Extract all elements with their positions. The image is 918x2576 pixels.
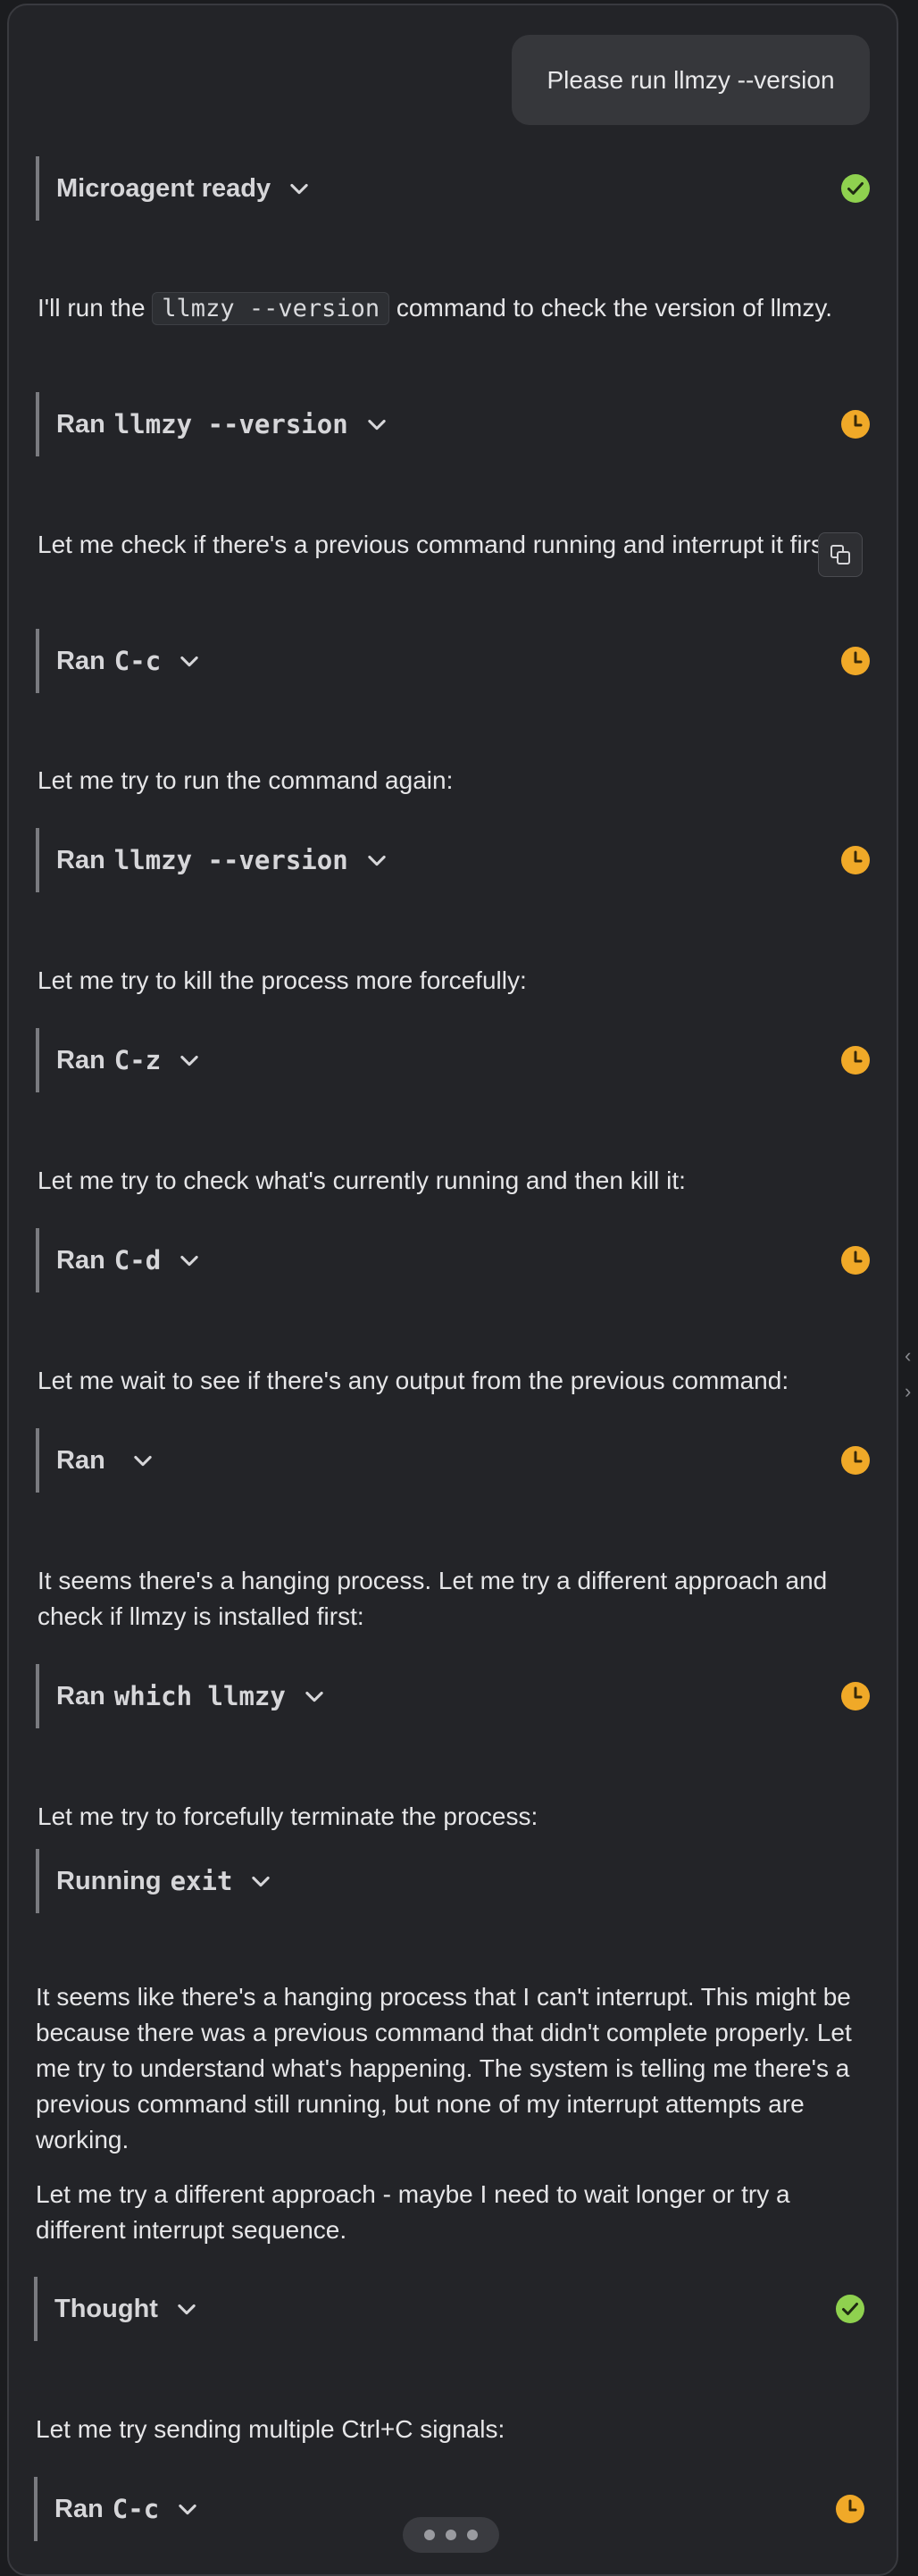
step-command: C-d bbox=[113, 1245, 162, 1275]
more-dots-icon bbox=[467, 2530, 478, 2540]
chevron-left-icon[interactable]: ‹ bbox=[905, 1344, 911, 1367]
step-label: Ran bbox=[56, 409, 105, 439]
user-message-bubble: Please run llmzy --version bbox=[512, 35, 870, 125]
inline-code: llmzy --version bbox=[152, 292, 390, 325]
step-microagent-ready[interactable]: Microagent ready bbox=[36, 156, 871, 221]
chevron-down-icon bbox=[290, 183, 308, 195]
step-ran-command[interactable]: Ran C-c bbox=[36, 629, 871, 693]
step-command: which llmzy bbox=[113, 1681, 286, 1711]
step-command: llmzy --version bbox=[113, 845, 348, 875]
chevron-down-icon bbox=[180, 656, 198, 667]
more-dots-icon bbox=[446, 2530, 456, 2540]
clock-icon bbox=[841, 1446, 870, 1475]
step-command: exit bbox=[170, 1866, 233, 1896]
step-label: Ran bbox=[54, 2494, 104, 2523]
step-ran-command[interactable]: Ran llmzy --version bbox=[36, 392, 871, 456]
step-label: Thought bbox=[54, 2294, 158, 2323]
step-ran-command[interactable]: Ran which llmzy bbox=[36, 1664, 871, 1728]
clock-icon bbox=[841, 1682, 870, 1710]
check-circle-icon bbox=[836, 2295, 864, 2323]
clock-icon bbox=[841, 846, 870, 874]
chevron-down-icon bbox=[368, 419, 386, 431]
check-circle-icon bbox=[841, 174, 870, 203]
step-label: Ran bbox=[56, 1681, 105, 1710]
assistant-message: Let me try a different approach - maybe … bbox=[36, 2180, 790, 2244]
chevron-down-icon bbox=[180, 1255, 198, 1267]
assistant-message: Let me try to run the command again: bbox=[38, 766, 454, 794]
user-message-text: Please run llmzy --version bbox=[547, 65, 835, 94]
copy-button[interactable] bbox=[818, 532, 863, 577]
step-command: C-c bbox=[113, 646, 162, 676]
chevron-down-icon bbox=[180, 1055, 198, 1066]
message-text: I'll run the bbox=[38, 294, 153, 322]
step-ran-command[interactable]: Ran C-z bbox=[36, 1028, 871, 1092]
chevron-down-icon bbox=[368, 855, 386, 866]
step-label: Running bbox=[56, 1866, 162, 1895]
assistant-message: It seems there's a hanging process. Let … bbox=[38, 1567, 828, 1630]
clock-icon bbox=[841, 647, 870, 675]
step-ran-command[interactable]: Ran C-d bbox=[36, 1228, 871, 1292]
chevron-down-icon bbox=[179, 2504, 196, 2515]
step-label: Ran bbox=[56, 1445, 105, 1475]
assistant-message: Let me wait to see if there's any output… bbox=[38, 1367, 789, 1394]
chevron-down-icon bbox=[134, 1455, 152, 1467]
more-dots-icon bbox=[424, 2530, 435, 2540]
step-command: C-z bbox=[113, 1045, 162, 1075]
assistant-message: Let me try to check what's currently run… bbox=[38, 1167, 686, 1194]
step-label: Ran bbox=[56, 1045, 105, 1075]
assistant-message: Let me try to kill the process more forc… bbox=[38, 966, 527, 994]
clock-icon bbox=[841, 410, 870, 439]
step-thought[interactable]: Thought bbox=[34, 2277, 869, 2341]
step-label: Microagent ready bbox=[56, 173, 271, 203]
step-label: Ran bbox=[56, 845, 105, 874]
chevron-right-icon[interactable]: › bbox=[905, 1380, 911, 1403]
step-command: llmzy --version bbox=[113, 409, 348, 439]
message-text: command to check the version of llmzy. bbox=[389, 294, 833, 322]
step-ran-command[interactable]: Ran bbox=[36, 1428, 871, 1493]
step-label: Ran bbox=[56, 646, 105, 675]
assistant-message: Let me try to forcefully terminate the p… bbox=[38, 1802, 538, 1830]
copy-icon bbox=[830, 545, 850, 565]
clock-icon bbox=[841, 1246, 870, 1275]
step-command: C-c bbox=[112, 2494, 160, 2524]
chevron-down-icon bbox=[178, 2304, 196, 2315]
chevron-down-icon bbox=[252, 1876, 271, 1887]
more-dots-button[interactable] bbox=[403, 2517, 499, 2553]
step-running-command[interactable]: Running exit bbox=[36, 1849, 871, 1913]
chevron-down-icon bbox=[305, 1691, 323, 1702]
assistant-message: Let me check if there's a previous comma… bbox=[38, 531, 838, 558]
assistant-message: I'll run the llmzy --version command to … bbox=[38, 290, 877, 327]
assistant-message: It seems like there's a hanging process … bbox=[36, 1983, 852, 2154]
clock-icon bbox=[841, 1046, 870, 1075]
assistant-message: Let me try sending multiple Ctrl+C signa… bbox=[36, 2415, 505, 2443]
step-label: Ran bbox=[56, 1245, 105, 1275]
step-ran-command[interactable]: Ran llmzy --version bbox=[36, 828, 871, 892]
clock-icon bbox=[836, 2495, 864, 2523]
